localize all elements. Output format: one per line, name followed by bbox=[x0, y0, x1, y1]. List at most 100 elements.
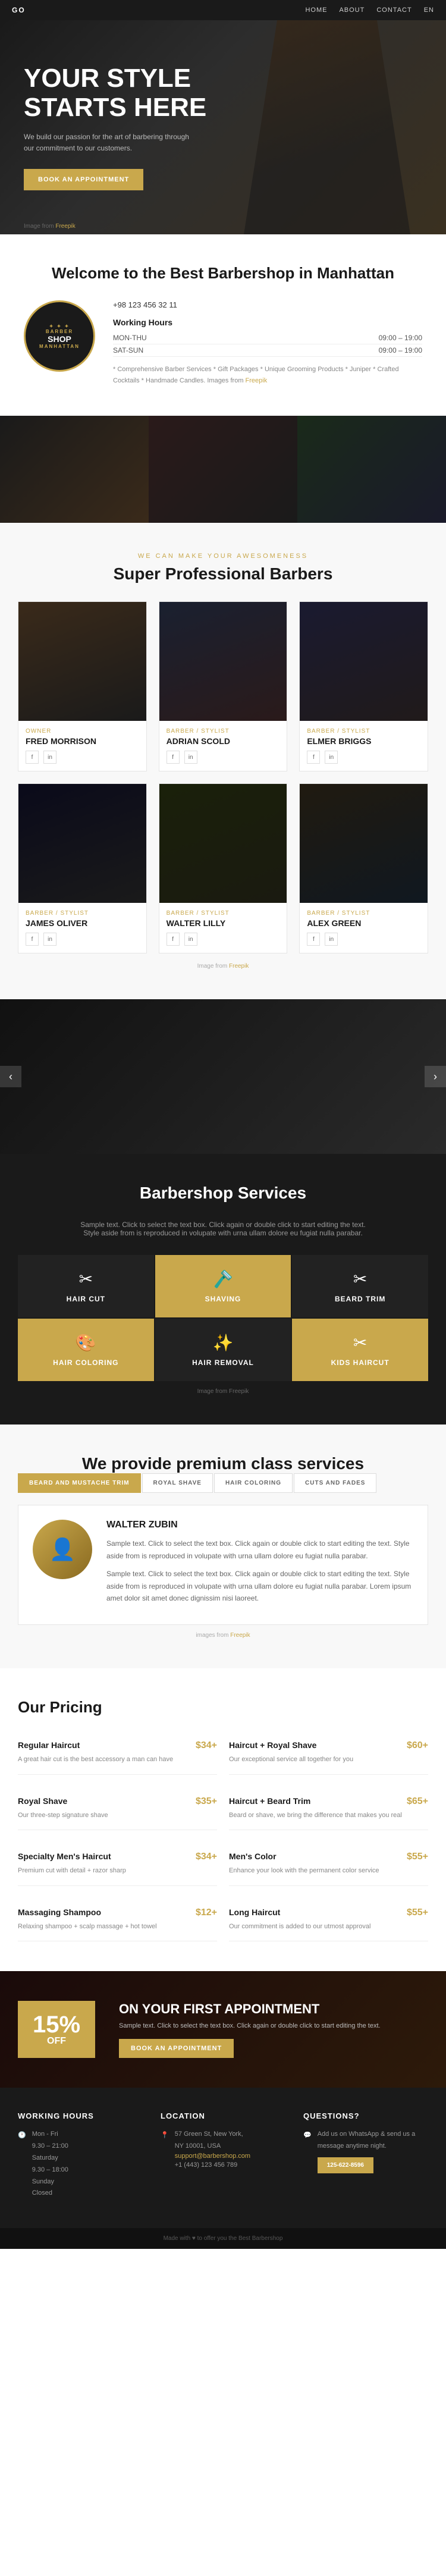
premium-tab-2[interactable]: ROYAL SHAVE bbox=[142, 1473, 213, 1493]
service-name-1: Hair Cut bbox=[67, 1295, 105, 1303]
nav-lang[interactable]: en bbox=[424, 7, 434, 14]
pricing-price-7: $12+ bbox=[196, 1907, 217, 1918]
pricing-item-4: Haircut + Beard Trim $65+ Beard or shave… bbox=[229, 1787, 428, 1831]
location-icon: 📍 bbox=[161, 2130, 169, 2142]
service-item-3[interactable]: ✂ Beard Trim bbox=[292, 1255, 428, 1317]
facebook-icon-6[interactable]: f bbox=[307, 933, 320, 946]
nav-about[interactable]: About bbox=[339, 7, 365, 14]
hours-list: MON-THU 09:00 – 19:00 SAT-SUN 09:00 – 19… bbox=[113, 332, 422, 357]
premium-tab-3[interactable]: HAIR COLORING bbox=[214, 1473, 293, 1493]
service-name-3: Beard Trim bbox=[335, 1295, 385, 1303]
instagram-icon-4[interactable]: in bbox=[43, 933, 56, 946]
hero-title: YOUR STYLE STARTS HERE bbox=[24, 64, 250, 122]
barber-social-4: f in bbox=[26, 933, 139, 946]
barber-card-5: BARBER / STYLIST WALTER LILLY f in bbox=[159, 783, 288, 953]
pricing-name-2: Haircut + Royal Shave bbox=[229, 1740, 316, 1750]
hours-row-2: SAT-SUN 09:00 – 19:00 bbox=[113, 344, 422, 357]
barbers-image-credit: Image from Freepik bbox=[18, 963, 428, 969]
footer-questions-content: 💬 Add us on WhatsApp & send us a message… bbox=[303, 2129, 428, 2173]
facebook-icon-3[interactable]: f bbox=[307, 751, 320, 764]
premium-paragraph-1: Sample text. Click to select the text bo… bbox=[106, 1538, 413, 1562]
footer-hours-value-1: 9.30 – 21:00 bbox=[32, 2141, 68, 2153]
slider-next-button[interactable]: › bbox=[425, 1066, 446, 1087]
barber-photo-5 bbox=[159, 784, 287, 903]
barber-social-6: f in bbox=[307, 933, 420, 946]
service-item-1[interactable]: ✂ Hair Cut bbox=[18, 1255, 154, 1317]
premium-tab-4[interactable]: CUTS AND FADES bbox=[294, 1473, 376, 1493]
premium-tab-1[interactable]: BEARD AND MUSTACHE TRIM bbox=[18, 1473, 141, 1493]
pricing-price-6: $55+ bbox=[407, 1852, 428, 1862]
pricing-header-4: Haircut + Beard Trim $65+ bbox=[229, 1796, 428, 1807]
barber-info-5: BARBER / STYLIST WALTER LILLY f in bbox=[159, 903, 287, 953]
footer-hours-value-2: 9.30 – 18:00 bbox=[32, 2164, 68, 2176]
pricing-header-6: Men's Color $55+ bbox=[229, 1852, 428, 1862]
gallery-item-2 bbox=[149, 416, 297, 523]
nav-contact[interactable]: Contact bbox=[376, 7, 412, 14]
barber-card-3: BARBER / STYLIST ELMER BRIGGS f in bbox=[299, 601, 428, 771]
facebook-icon-5[interactable]: f bbox=[167, 933, 180, 946]
facebook-icon-2[interactable]: f bbox=[167, 751, 180, 764]
promo-text: ON YOUR FIRST APPOINTMENT Sample text. C… bbox=[119, 2001, 428, 2057]
barber-photo-3 bbox=[300, 602, 428, 721]
barber-info-2: BARBER / STYLIST ADRIAN SCOLD f in bbox=[159, 721, 287, 771]
service-item-5[interactable]: ✨ Hair Removal bbox=[155, 1319, 291, 1381]
barber-card-4: BARBER / STYLIST JAMES OLIVER f in bbox=[18, 783, 147, 953]
promo-percent: 15% bbox=[33, 2012, 80, 2038]
pricing-header-5: Specialty Men's Haircut $34+ bbox=[18, 1852, 217, 1862]
pricing-header-7: Massaging Shampoo $12+ bbox=[18, 1907, 217, 1918]
service-name-5: Hair Removal bbox=[192, 1358, 254, 1367]
hero-image-credit: Image from Freepik bbox=[24, 223, 76, 230]
instagram-icon-1[interactable]: in bbox=[43, 751, 56, 764]
navigation: GO Home About Contact en bbox=[0, 0, 446, 20]
barber-info-1: OWNER FRED MORRISON f in bbox=[18, 721, 146, 771]
footer-email[interactable]: support@barbershop.com bbox=[175, 2153, 250, 2160]
nav-links: Home About Contact en bbox=[305, 7, 434, 14]
pricing-header-1: Regular Haircut $34+ bbox=[18, 1740, 217, 1751]
services-image-credit: Image from Freepik bbox=[18, 1388, 428, 1395]
nav-home[interactable]: Home bbox=[305, 7, 327, 14]
instagram-icon-6[interactable]: in bbox=[325, 933, 338, 946]
instagram-icon-3[interactable]: in bbox=[325, 751, 338, 764]
footer-location-title: Location bbox=[161, 2111, 285, 2120]
facebook-icon-4[interactable]: f bbox=[26, 933, 39, 946]
service-item-6[interactable]: ✂ Kids Haircut bbox=[292, 1319, 428, 1381]
slider-background bbox=[0, 999, 446, 1154]
hero-section: YOUR STYLE STARTS HERE We build our pass… bbox=[0, 20, 446, 234]
promo-button[interactable]: BOOK AN APPOINTMENT bbox=[119, 2039, 234, 2058]
footer-location-col: Location 📍 57 Green St, New York, NY 100… bbox=[161, 2111, 285, 2204]
premium-content: 👤 WALTER ZUBIN Sample text. Click to sel… bbox=[18, 1505, 428, 1625]
pricing-item-7: Massaging Shampoo $12+ Relaxing shampoo … bbox=[18, 1898, 217, 1942]
footer-questions-button[interactable]: 125-622-8596 bbox=[318, 2157, 373, 2173]
pricing-name-7: Massaging Shampoo bbox=[18, 1907, 101, 1917]
facebook-icon-1[interactable]: f bbox=[26, 751, 39, 764]
gallery-item-1 bbox=[0, 416, 149, 523]
welcome-features: * Comprehensive Barber Services * Gift P… bbox=[113, 364, 422, 386]
kids-haircut-icon: ✂ bbox=[353, 1333, 367, 1353]
barber-role-6: BARBER / STYLIST bbox=[307, 910, 420, 917]
footer-phone: +1 (443) 123 456 789 bbox=[175, 2160, 250, 2172]
services-grid: ✂ Hair Cut 🪒 Shaving ✂ Beard Trim 🎨 Hair… bbox=[18, 1255, 428, 1381]
pricing-desc-7: Relaxing shampoo + scalp massage + hot t… bbox=[18, 1922, 217, 1932]
instagram-icon-5[interactable]: in bbox=[184, 933, 197, 946]
service-name-6: Kids Haircut bbox=[331, 1358, 390, 1367]
hero-cta-button[interactable]: BOOK AN APPOINTMENT bbox=[24, 169, 143, 190]
service-item-4[interactable]: 🎨 Hair Coloring bbox=[18, 1319, 154, 1381]
pricing-item-3: Royal Shave $35+ Our three-step signatur… bbox=[18, 1787, 217, 1831]
footer-hours-col: Working Hours 🕐 Mon - Fri 9.30 – 21:00 S… bbox=[18, 2111, 143, 2204]
footer-address-2: NY 10001, USA bbox=[175, 2141, 250, 2153]
barber-role-3: BARBER / STYLIST bbox=[307, 728, 420, 735]
hero-description: We build our passion for the art of barb… bbox=[24, 131, 190, 154]
barber-name-4: JAMES OLIVER bbox=[26, 918, 139, 928]
barbers-title: Super Professional Barbers bbox=[18, 564, 428, 583]
instagram-icon-2[interactable]: in bbox=[184, 751, 197, 764]
logo-bottom-text: MANHATTAN bbox=[39, 344, 80, 349]
welcome-title: Welcome to the Best Barbershop in Manhat… bbox=[24, 264, 422, 283]
service-item-2[interactable]: 🪒 Shaving bbox=[155, 1255, 291, 1317]
barber-name-6: ALEX GREEN bbox=[307, 918, 420, 928]
pricing-price-8: $55+ bbox=[407, 1907, 428, 1918]
footer-hours-row-1: 🕐 Mon - Fri 9.30 – 21:00 Saturday 9.30 –… bbox=[18, 2129, 143, 2200]
slider-prev-button[interactable]: ‹ bbox=[0, 1066, 21, 1087]
barber-info-4: BARBER / STYLIST JAMES OLIVER f in bbox=[18, 903, 146, 953]
pricing-item-8: Long Haircut $55+ Our commitment is adde… bbox=[229, 1898, 428, 1942]
pricing-item-5: Specialty Men's Haircut $34+ Premium cut… bbox=[18, 1842, 217, 1886]
